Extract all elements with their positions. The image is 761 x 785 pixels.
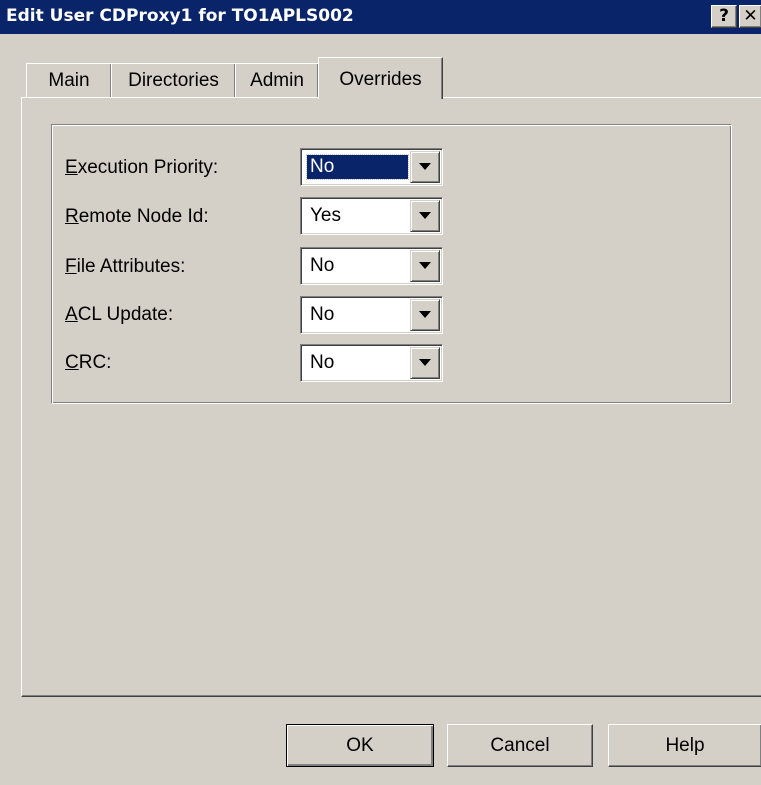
- remote-node-id-dropdown[interactable]: Yes: [300, 197, 443, 235]
- cancel-button-label: Cancel: [490, 734, 550, 756]
- execution-priority-value: No: [306, 154, 409, 180]
- dropdown-arrow-icon[interactable]: [410, 347, 440, 379]
- dropdown-arrow-icon[interactable]: [410, 299, 440, 331]
- question-mark-icon: ?: [719, 6, 729, 26]
- file-attributes-label: File Attributes:: [65, 256, 186, 277]
- acl-update-label: ACL Update:: [65, 304, 174, 325]
- close-caption-button[interactable]: ✕: [739, 5, 761, 28]
- tab-directories-label: Directories: [128, 69, 219, 91]
- cancel-button[interactable]: Cancel: [447, 724, 593, 767]
- ok-button[interactable]: OK: [286, 724, 434, 767]
- help-caption-button[interactable]: ?: [711, 5, 737, 28]
- dropdown-arrow-icon[interactable]: [410, 250, 440, 282]
- remote-node-id-value: Yes: [310, 205, 341, 226]
- tab-overrides[interactable]: Overrides: [318, 57, 443, 99]
- dropdown-arrow-icon[interactable]: [410, 151, 440, 183]
- acl-update-value: No: [310, 304, 335, 325]
- window-title: Edit User CDProxy1 for TO1APLS002: [6, 6, 354, 26]
- crc-dropdown[interactable]: No: [300, 344, 443, 382]
- acl-update-dropdown[interactable]: No: [300, 296, 443, 334]
- tab-admin-label: Admin: [250, 69, 304, 91]
- execution-priority-dropdown[interactable]: No: [300, 148, 443, 186]
- remote-node-id-label: Remote Node Id:: [65, 206, 209, 227]
- title-bar[interactable]: Edit User CDProxy1 for TO1APLS002 ? ✕: [0, 0, 761, 34]
- tab-admin[interactable]: Admin: [235, 63, 319, 97]
- help-button-label: Help: [665, 734, 705, 756]
- help-button[interactable]: Help: [608, 724, 761, 767]
- execution-priority-label: Execution Priority:: [65, 157, 219, 178]
- crc-value: No: [310, 352, 335, 373]
- file-attributes-dropdown[interactable]: No: [300, 247, 443, 285]
- crc-label: CRC:: [65, 352, 112, 373]
- tab-main-label: Main: [48, 69, 90, 91]
- dropdown-arrow-icon[interactable]: [410, 200, 440, 232]
- close-icon: ✕: [743, 6, 758, 26]
- tab-main[interactable]: Main: [26, 63, 112, 97]
- ok-button-label: OK: [346, 734, 374, 756]
- tab-directories[interactable]: Directories: [111, 63, 236, 97]
- file-attributes-value: No: [310, 255, 335, 276]
- tab-overrides-label: Overrides: [339, 68, 422, 90]
